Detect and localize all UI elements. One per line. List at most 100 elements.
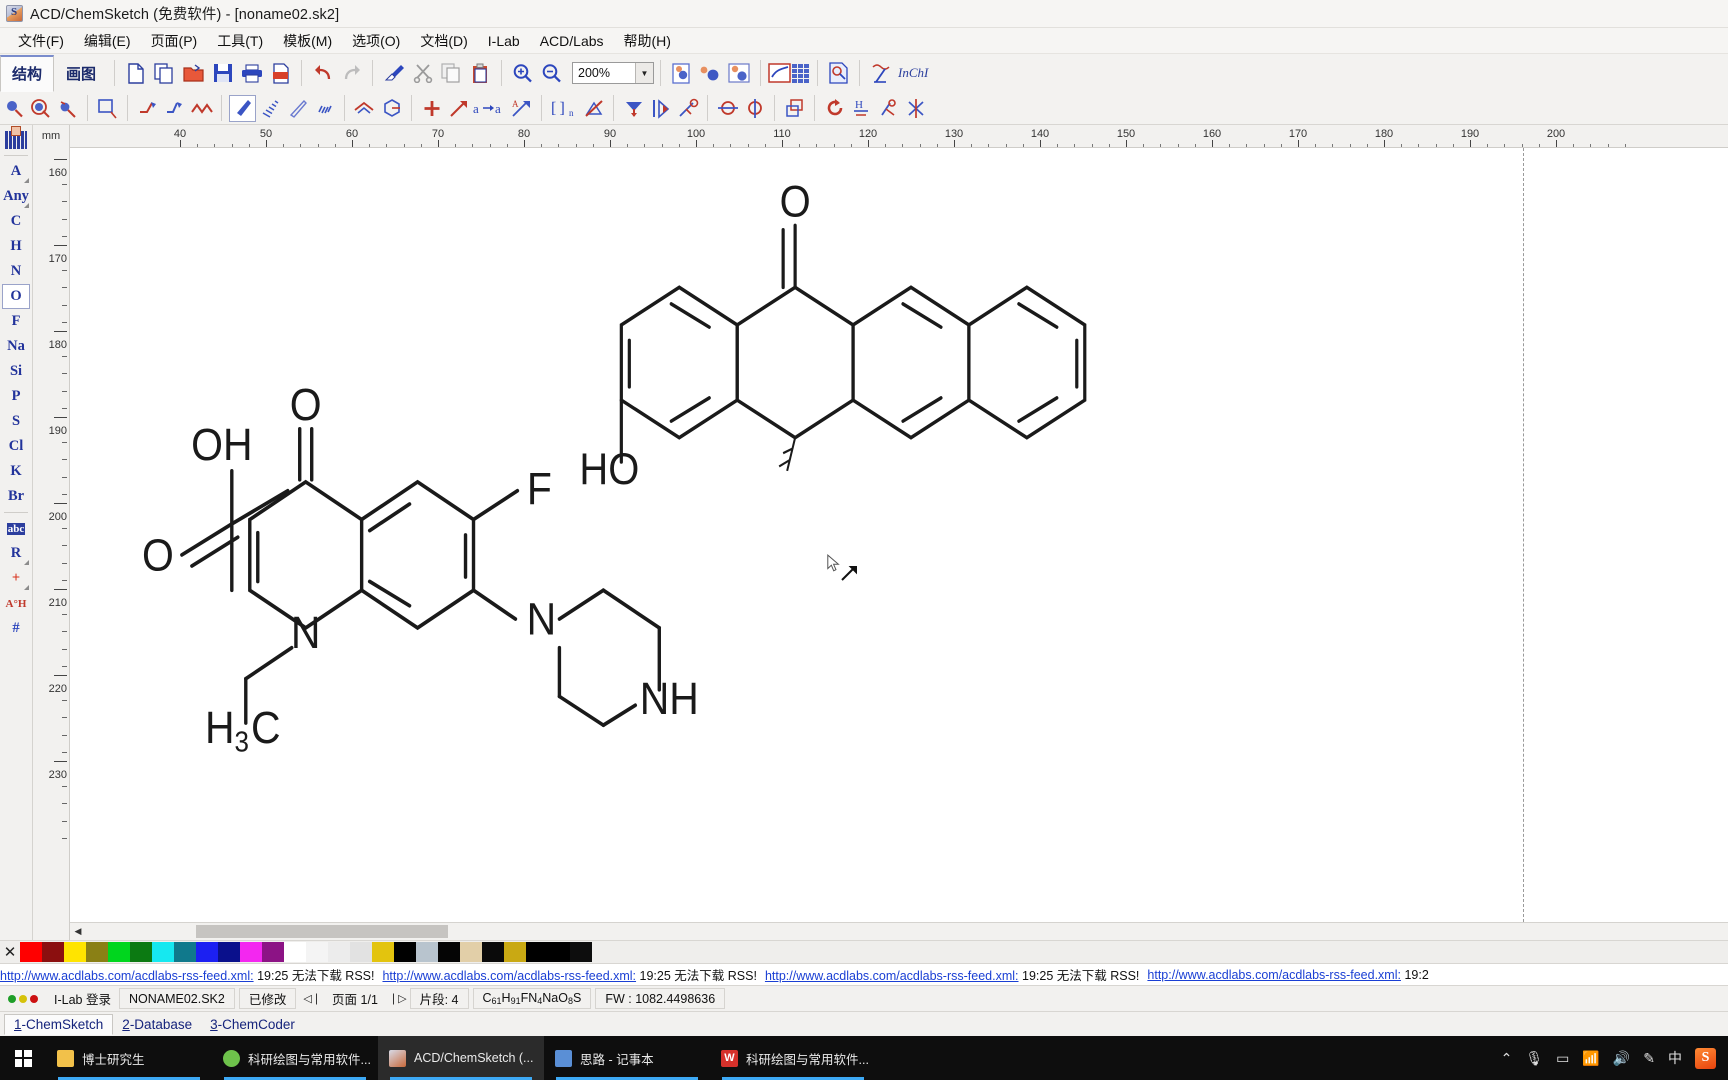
export-pdf-icon[interactable] <box>267 60 294 87</box>
taskbar-item-1[interactable]: 科研绘图与常用软件... <box>212 1036 378 1080</box>
add-arrow-icon[interactable] <box>446 96 471 121</box>
chevron-down-icon[interactable]: ▼ <box>635 63 653 83</box>
cyclize-icon[interactable] <box>379 96 404 121</box>
color-swatch[interactable] <box>570 942 592 962</box>
new-document-icon[interactable] <box>122 60 149 87</box>
color-swatch[interactable] <box>20 942 42 962</box>
battery-icon[interactable]: ▭ <box>1556 1050 1569 1067</box>
draw-hash-bond-icon[interactable] <box>258 96 283 121</box>
draw-wedge-down-icon[interactable] <box>312 96 337 121</box>
color-swatch[interactable] <box>306 942 328 962</box>
color-swatch[interactable] <box>350 942 372 962</box>
delete-icon[interactable] <box>581 96 606 121</box>
menu-document[interactable]: 文档(D) <box>410 29 477 53</box>
ilab-login-label[interactable]: I-Lab 登录 <box>46 989 119 1008</box>
copy-icon[interactable] <box>438 60 465 87</box>
element-button-R[interactable]: R <box>2 541 30 566</box>
zoom-out-icon[interactable] <box>538 60 565 87</box>
element-button-O[interactable]: O <box>2 284 30 309</box>
rss-link[interactable]: http://www.acdlabs.com/acdlabs-rss-feed.… <box>765 969 1019 983</box>
color-swatch[interactable] <box>372 942 394 962</box>
menu-acdlabs[interactable]: ACD/Labs <box>530 31 614 51</box>
rotate-select-icon[interactable] <box>55 96 80 121</box>
next-page-icon[interactable]: ❘▷ <box>386 992 410 1005</box>
paste-icon[interactable] <box>467 60 494 87</box>
hash-button[interactable]: # <box>2 616 30 641</box>
menu-tools[interactable]: 工具(T) <box>207 29 273 53</box>
color-swatch[interactable] <box>42 942 64 962</box>
color-swatch[interactable] <box>482 942 504 962</box>
scroll-left-icon[interactable]: ◀ <box>70 924 86 940</box>
mode-tab-draw[interactable]: 画图 <box>54 55 108 92</box>
properties-table-icon[interactable] <box>768 60 810 87</box>
color-swatch[interactable] <box>86 942 108 962</box>
menu-options[interactable]: 选项(O) <box>342 29 410 53</box>
rss-item[interactable]: http://www.acdlabs.com/acdlabs-rss-feed.… <box>382 965 764 984</box>
redo-icon[interactable] <box>338 60 365 87</box>
draw-solid-bond-icon[interactable] <box>229 94 256 122</box>
draw-zigzag-icon[interactable] <box>189 96 214 121</box>
explode-icon[interactable] <box>675 96 700 121</box>
polymer-bracket-icon[interactable]: [ ] n <box>549 96 579 121</box>
add-atom-icon[interactable] <box>419 96 444 121</box>
menu-file[interactable]: 文件(F) <box>8 29 74 53</box>
element-button-S[interactable]: S <box>2 409 30 434</box>
tab-chemsketch[interactable]: 1-ChemSketch <box>4 1013 114 1035</box>
draw-normal-bond-icon[interactable] <box>135 96 160 121</box>
drawing-canvas[interactable]: O HO OH O O N H 3 C F N NH <box>70 148 1728 922</box>
rss-link[interactable]: http://www.acdlabs.com/acdlabs-rss-feed.… <box>382 969 636 983</box>
rotate-icon[interactable] <box>822 96 847 121</box>
print-icon[interactable] <box>238 60 265 87</box>
dictionary-icon[interactable] <box>825 60 852 87</box>
undo-icon[interactable] <box>309 60 336 87</box>
color-swatch[interactable] <box>394 942 416 962</box>
3d-optimize-icon[interactable] <box>697 60 724 87</box>
mirror-horizontal-icon[interactable] <box>715 96 740 121</box>
flip-right-icon[interactable] <box>648 96 673 121</box>
cut-icon[interactable] <box>409 60 436 87</box>
taskbar-item-2[interactable]: ACD/ChemSketch (... <box>378 1036 544 1080</box>
color-swatch[interactable] <box>218 942 240 962</box>
element-button-Na[interactable]: Na <box>2 334 30 359</box>
color-swatch[interactable] <box>328 942 350 962</box>
color-swatch[interactable] <box>152 942 174 962</box>
element-button-Cl[interactable]: Cl <box>2 434 30 459</box>
tab-database[interactable]: 2-Database <box>113 1015 201 1034</box>
color-swatch[interactable] <box>460 942 482 962</box>
open-folder-icon[interactable] <box>180 60 207 87</box>
element-button-Si[interactable]: Si <box>2 359 30 384</box>
taskbar-item-0[interactable]: 博士研究生 <box>46 1036 212 1080</box>
color-swatch[interactable] <box>174 942 196 962</box>
chevron-up-icon[interactable]: ⌃ <box>1501 1050 1513 1067</box>
scrollbar-thumb[interactable] <box>196 925 448 938</box>
element-button-H[interactable]: H <box>2 234 30 259</box>
menu-edit[interactable]: 编辑(E) <box>74 29 141 53</box>
rss-link[interactable]: http://www.acdlabs.com/acdlabs-rss-feed.… <box>0 969 254 983</box>
3d-viewer-icon[interactable] <box>726 60 753 87</box>
taskbar-item-4[interactable]: W 科研绘图与常用软件... <box>710 1036 876 1080</box>
pen-icon[interactable]: ✎ <box>1643 1050 1655 1067</box>
windows-start-icon[interactable] <box>0 1036 46 1080</box>
color-swatch[interactable] <box>504 942 526 962</box>
color-swatch[interactable] <box>526 942 548 962</box>
color-swatch[interactable] <box>438 942 460 962</box>
microphone-icon[interactable]: 🎙 <box>1525 1050 1543 1067</box>
element-button-N[interactable]: N <box>2 259 30 284</box>
zoom-in-icon[interactable] <box>509 60 536 87</box>
no-color-icon[interactable]: ✕ <box>0 942 20 962</box>
save-icon[interactable] <box>209 60 236 87</box>
periodic-table-icon[interactable] <box>2 125 30 152</box>
copy-page-icon[interactable] <box>151 60 178 87</box>
color-swatch[interactable] <box>64 942 86 962</box>
color-swatch[interactable] <box>196 942 218 962</box>
rss-item[interactable]: http://www.acdlabs.com/acdlabs-rss-feed.… <box>765 965 1147 984</box>
rss-item[interactable]: http://www.acdlabs.com/acdlabs-rss-feed.… <box>0 965 382 984</box>
element-button-Br[interactable]: Br <box>2 484 30 509</box>
rss-link[interactable]: http://www.acdlabs.com/acdlabs-rss-feed.… <box>1147 968 1401 982</box>
mirror-vertical-icon[interactable] <box>742 96 767 121</box>
menu-ilab[interactable]: I-Lab <box>478 31 530 51</box>
2d-structure-icon[interactable] <box>668 60 695 87</box>
wifi-icon[interactable]: 📶 <box>1582 1050 1599 1067</box>
replace-atom-icon[interactable]: aa <box>473 96 507 121</box>
name-to-structure-icon[interactable] <box>867 60 894 87</box>
